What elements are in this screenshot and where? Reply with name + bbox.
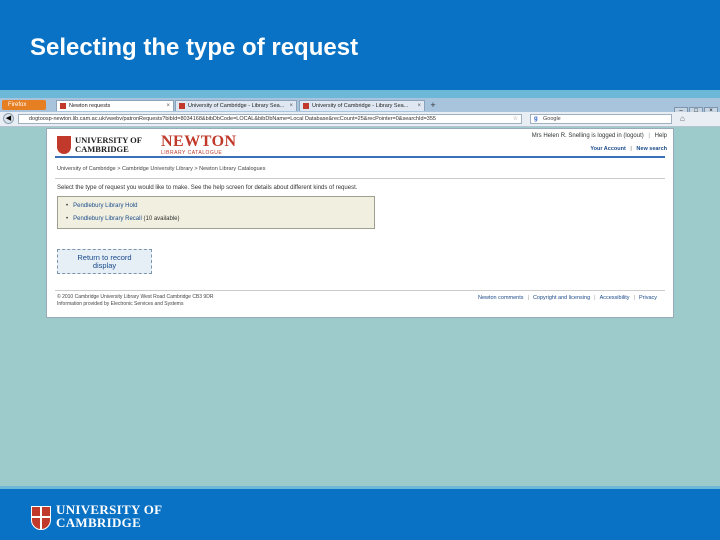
favicon-icon bbox=[179, 103, 185, 109]
availability-note: (10 available) bbox=[143, 216, 180, 222]
newton-title[interactable]: NEWTON bbox=[161, 133, 237, 151]
tab-newton-requests[interactable]: Newton requests × bbox=[56, 100, 174, 111]
return-button-line2: display bbox=[92, 261, 117, 270]
login-status-text[interactable]: Mrs Helen R. Snelling is logged in (logo… bbox=[532, 133, 644, 139]
favicon-icon bbox=[303, 103, 309, 109]
logo-line2: CAMBRIDGE bbox=[75, 144, 129, 154]
footer-link-privacy[interactable]: Privacy bbox=[639, 295, 657, 301]
slide-header: Selecting the type of request bbox=[0, 0, 720, 90]
google-icon: g bbox=[534, 116, 538, 122]
newton-page: UNIVERSITY OF CAMBRIDGE NEWTON LIBRARY C… bbox=[46, 128, 674, 318]
info-provided-text: Information provided by Electronic Servi… bbox=[57, 301, 184, 307]
back-arrow-icon[interactable]: ◀ bbox=[3, 113, 14, 124]
url-bar[interactable]: dogtoosp-newton.lib.cam.ac.uk/vwebv/patr… bbox=[18, 114, 522, 124]
firefox-menu-button[interactable]: Firefox bbox=[2, 100, 46, 110]
request-option-recall[interactable]: • Pendlebury Library Recall (10 available… bbox=[66, 216, 180, 222]
footer-logo-line2: CAMBRIDGE bbox=[56, 515, 142, 530]
search-box[interactable]: g Google bbox=[530, 114, 672, 124]
return-to-record-button[interactable]: Return to record display bbox=[57, 249, 152, 274]
login-status: Mrs Helen R. Snelling is logged in (logo… bbox=[531, 133, 667, 139]
tab-label: University of Cambridge - Library Sea... bbox=[312, 103, 409, 109]
home-icon[interactable]: ⌂ bbox=[680, 114, 685, 123]
copyright-text: © 2010 Cambridge University Library West… bbox=[57, 294, 214, 300]
tab-library-search-1[interactable]: University of Cambridge - Library Sea...… bbox=[175, 100, 297, 111]
search-engine-label: Google bbox=[543, 116, 561, 122]
bullet-icon: • bbox=[66, 216, 69, 222]
your-account-link[interactable]: Your Account bbox=[590, 146, 625, 152]
header-divider bbox=[55, 156, 665, 158]
divider bbox=[55, 178, 665, 179]
tab-label: Newton requests bbox=[69, 103, 111, 109]
request-option-label[interactable]: Pendlebury Library Hold bbox=[73, 203, 137, 209]
close-tab-icon[interactable]: × bbox=[417, 101, 421, 111]
tab-bar: Firefox Newton requests × University of … bbox=[0, 98, 720, 117]
footer-link-copyright[interactable]: Copyright and licensing bbox=[533, 295, 590, 301]
close-tab-icon[interactable]: × bbox=[289, 101, 293, 111]
breadcrumb[interactable]: University of Cambridge > Cambridge Univ… bbox=[57, 166, 265, 172]
shield-icon bbox=[57, 136, 71, 154]
footer-links: Newton comments | Copyright and licensing |… bbox=[477, 295, 657, 301]
request-option-label[interactable]: Pendlebury Library Recall bbox=[73, 216, 142, 222]
request-option-hold[interactable]: • Pendlebury Library Hold bbox=[66, 203, 137, 209]
cambridge-shield-icon bbox=[31, 506, 51, 530]
slide-footer: UNIVERSITY OF CAMBRIDGE bbox=[0, 486, 720, 540]
new-search-link[interactable]: New search bbox=[636, 146, 667, 152]
instruction-text: Select the type of request you would lik… bbox=[57, 185, 358, 191]
cambridge-logo[interactable]: UNIVERSITY OF CAMBRIDGE bbox=[57, 135, 149, 157]
favicon-icon bbox=[60, 103, 66, 109]
tab-library-search-2[interactable]: University of Cambridge - Library Sea...… bbox=[299, 100, 425, 111]
tab-label: University of Cambridge - Library Sea... bbox=[188, 103, 285, 109]
close-tab-icon[interactable]: × bbox=[166, 101, 170, 111]
page-footer-info: © 2010 Cambridge University Library West… bbox=[57, 294, 213, 308]
footer-link-accessibility[interactable]: Accessibility bbox=[600, 295, 630, 301]
request-options-box: • Pendlebury Library Hold • Pendlebury Lib… bbox=[57, 196, 375, 229]
bookmark-star-icon[interactable]: ☆ bbox=[513, 115, 518, 123]
slide-title: Selecting the type of request bbox=[30, 34, 359, 61]
url-text: dogtoosp-newton.lib.cam.ac.uk/vwebv/patr… bbox=[29, 116, 436, 122]
account-links: Your Account | New search bbox=[590, 146, 667, 152]
footer-divider bbox=[55, 290, 665, 291]
navigation-bar: ◀ dogtoosp-newton.lib.cam.ac.uk/vwebv/pa… bbox=[0, 112, 720, 127]
new-tab-icon[interactable]: + bbox=[428, 101, 438, 110]
bullet-icon: • bbox=[66, 203, 69, 209]
browser-window: Firefox Newton requests × University of … bbox=[0, 98, 720, 128]
footer-logo-text: UNIVERSITY OF CAMBRIDGE bbox=[56, 503, 162, 529]
footer-link-comments[interactable]: Newton comments bbox=[478, 295, 524, 301]
accent-bar bbox=[0, 90, 720, 98]
help-link[interactable]: Help bbox=[655, 133, 667, 139]
